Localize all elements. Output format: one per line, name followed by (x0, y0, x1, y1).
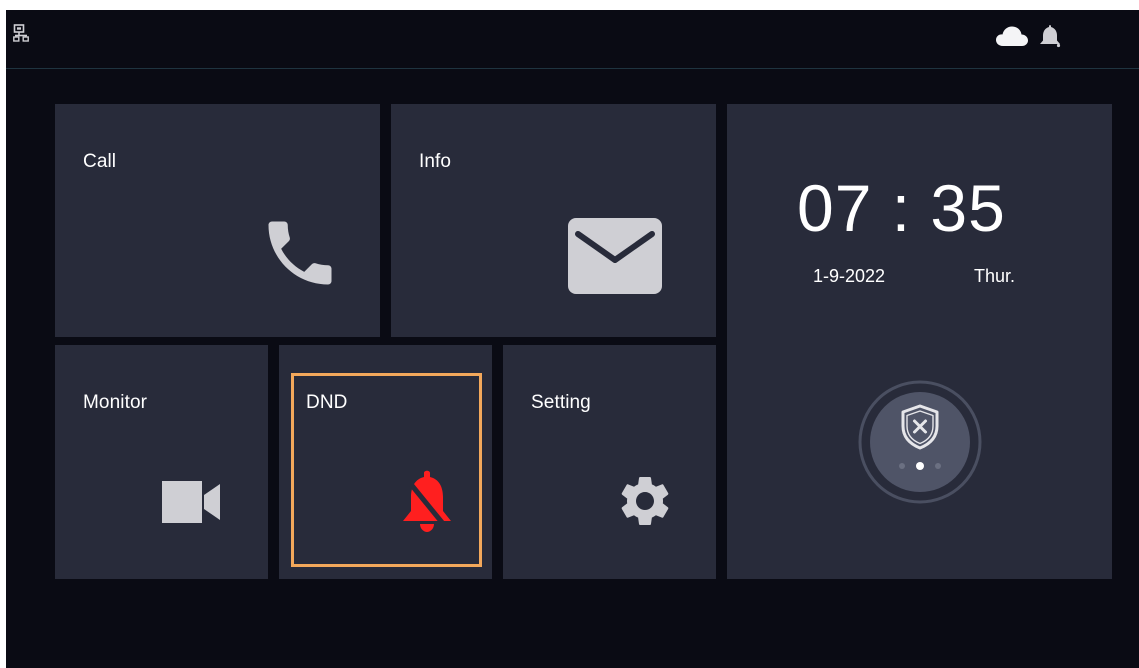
setting-tile[interactable]: Setting (503, 345, 716, 579)
clock-day: Thur. (974, 266, 1016, 286)
page-dot (935, 463, 941, 469)
gear-icon (621, 477, 669, 525)
bell-icon (1040, 25, 1061, 48)
page-dot (899, 463, 905, 469)
cloud-icon (996, 26, 1028, 46)
clock-time: 07 : 35 (797, 171, 1006, 245)
setting-label: Setting (531, 392, 591, 413)
monitor-label: Monitor (83, 392, 148, 413)
info-label: Info (419, 151, 452, 172)
info-tile[interactable]: Info (391, 104, 716, 337)
status-bar (6, 10, 1139, 69)
video-camera-icon (162, 481, 220, 523)
phone-icon (268, 221, 332, 285)
clock-date: 1-9-2022 (813, 266, 886, 286)
dnd-label: DND (306, 392, 348, 413)
bell-off-icon (403, 470, 451, 533)
page-dot-active (916, 462, 924, 470)
envelope-icon (568, 218, 662, 294)
network-icon (13, 24, 29, 42)
monitor-tile[interactable]: Monitor (55, 345, 268, 579)
intercom-screen: Call Info Monitor DND Setting 07: 35 1-… (6, 10, 1139, 668)
arm-button[interactable] (858, 380, 982, 504)
clock-panel: 07 : 35 1-9-2022 Thur. (727, 104, 1112, 579)
call-tile[interactable]: Call (55, 104, 380, 337)
dnd-tile[interactable]: DND (279, 345, 492, 579)
call-label: Call (83, 151, 117, 172)
